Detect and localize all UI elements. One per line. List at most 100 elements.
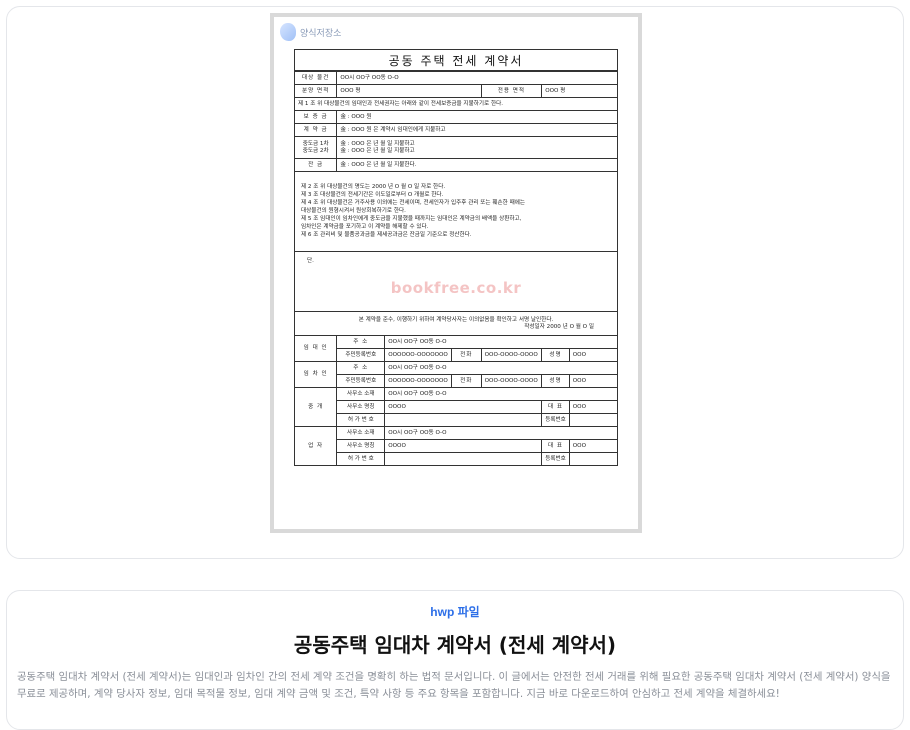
table-row: 잔 금 金 : OOO 은 년 월 일 지불한다. xyxy=(293,158,618,172)
table-row: 사무소 명칭 OOOO 대 표 OOO xyxy=(295,400,619,414)
office-address-value: OO시 OO구 OO동 O-O xyxy=(384,387,618,401)
table-row: 대상 물건 OO시 OO구 OO동 O-O xyxy=(293,71,618,85)
area-label: 분양 면적 xyxy=(293,84,338,98)
office-address-label: 사무소 소재 xyxy=(336,387,386,401)
table-row: 사무소 명칭 OOOO 대 표 OOO xyxy=(295,439,619,453)
mid1-label: 중도금 1차 xyxy=(302,140,329,147)
lessor-label: 임 대 인 xyxy=(293,335,338,362)
logo-text: 양식저장소 xyxy=(300,28,342,39)
table-row: 분양 면적 OOO 평 전용 면적 OOO 평 xyxy=(293,84,618,98)
document-page: 양식저장소 공동 주택 전세 계약서 대상 물건 OO시 OO구 OO동 O-O… xyxy=(274,17,638,529)
mid2-value: 金 : OOO 은 년 월 일 지불하고 xyxy=(340,147,415,154)
registration-label-2: 등록번호 xyxy=(541,452,570,466)
clause-2: 제 2 조 위 대상물건의 명도는 2000 년 O 월 O 일 자로 한다. xyxy=(301,184,446,191)
table-row: 보 증 금 金 : OOO 원 xyxy=(293,110,618,124)
doc-title-box: 공동 주택 전세 계약서 xyxy=(294,49,618,71)
office-name-label-2: 사무소 명칭 xyxy=(336,439,386,453)
table-row: 본 계약을 준수, 이행하기 위하여 계약당사자는 이의없음을 확인하고 서명 … xyxy=(294,311,618,336)
clauses-block: 제 2 조 위 대상물건의 명도는 2000 년 O 월 O 일 자로 한다. … xyxy=(294,171,618,252)
balance-value: 金 : OOO 은 년 월 일 지불한다. xyxy=(336,158,618,172)
lessee-id-value: OOOOOO-OOOOOOO xyxy=(384,374,452,388)
office-name-value-2: OOOO xyxy=(384,439,543,453)
special-terms-label: 단. xyxy=(307,258,314,264)
table-row: 계 약 금 金 : OOO 원 은 계약시 임대인에게 지불하고 xyxy=(293,123,618,137)
lessee-address-label: 주 소 xyxy=(336,361,386,375)
lessor-phone-label: 전화 xyxy=(450,348,482,362)
table-row: 허 가 번 호 등록번호 xyxy=(295,452,619,466)
table-row: 임 차 인 주 소 OO시 OO구 OO동 O-O xyxy=(293,361,618,388)
confirmation: 본 계약을 준수, 이행하기 위하여 계약당사자는 이의없음을 확인하고 서명 … xyxy=(294,311,618,336)
clause-3: 제 3 조 대상물건의 전세기간은 이도일로부터 O 개월로 한다. xyxy=(301,192,444,199)
confirm-text: 본 계약을 준수, 이행하기 위하여 계약당사자는 이의없음을 확인하고 서명 … xyxy=(358,316,554,323)
lessee-phone-value: OOO-OOOO-OOOO xyxy=(480,374,543,388)
balance-label: 잔 금 xyxy=(293,158,338,172)
clause-1: 제 1 조 위 대상물건의 임대인과 전세권자는 아래와 같이 전세보증금을 지… xyxy=(294,97,618,111)
registration-label: 등록번호 xyxy=(541,413,570,427)
lessor-address-label: 주 소 xyxy=(336,335,386,349)
deposit-value: 金 : OOO 원 xyxy=(336,110,618,124)
table-row: 허 가 번 호 등록번호 xyxy=(295,413,619,427)
property-value: OO시 OO구 OO동 O-O xyxy=(336,71,618,85)
clause-5: 제 5 조 임대인이 임차인에게 중도금을 지불했을 때까지는 임대인은 계약금… xyxy=(301,215,522,222)
doc-title: 공동 주택 전세 계약서 xyxy=(388,53,524,68)
office-address-value-2: OO시 OO구 OO동 O-O xyxy=(384,426,618,440)
info-card: hwp 파일 공동주택 임대차 계약서 (전세 계약서) 공동주택 임대차 계약… xyxy=(6,590,904,730)
table-row: 임 대 인 주 소 OO시 OO구 OO동 O-O xyxy=(293,335,618,362)
table-row: 주민등록번호 OOOOOO-OOOOOOO 전화 OOO-OOOO-OOOO 성… xyxy=(295,348,619,362)
lessee-address-value: OO시 OO구 OO동 O-O xyxy=(384,361,618,375)
table-row: 중도금 1차 중도금 2차 金 : OOO 은 년 월 일 지불하고 金 : O… xyxy=(293,136,618,159)
lessor-address-value: OO시 OO구 OO동 O-O xyxy=(384,335,618,349)
agent-label-2: 업 자 xyxy=(293,426,338,466)
office-address-label-2: 사무소 소재 xyxy=(336,426,386,440)
area-value: OOO 평 xyxy=(336,84,482,98)
clause-4: 제 4 조 위 대상물건은 거주사용 이외에는 전세이며, 전세인자가 입주후 … xyxy=(301,200,526,207)
midpayment-label: 중도금 1차 중도금 2차 xyxy=(293,136,338,159)
license-value-2 xyxy=(384,452,543,466)
contract-value: 金 : OOO 원 은 계약시 임대인에게 지불하고 xyxy=(336,123,618,137)
lessee-label: 임 차 인 xyxy=(293,361,338,388)
contract-label: 계 약 금 xyxy=(293,123,338,137)
clause-5-cont: 임차인은 계약금을 포기하고 이 계약을 해제할 수 있다. xyxy=(301,223,429,230)
table-row: 중 개 사무소 소재 OO시 OO구 OO동 O-O xyxy=(293,387,618,427)
mid1-value: 金 : OOO 은 년 월 일 지불하고 xyxy=(340,140,415,147)
license-value xyxy=(384,413,543,427)
file-type-tag[interactable]: hwp 파일 xyxy=(7,603,903,620)
office-name-label: 사무소 명칭 xyxy=(336,400,386,414)
property-label: 대상 물건 xyxy=(293,71,338,85)
page-title: 공동주택 임대차 계약서 (전세 계약서) xyxy=(293,633,617,657)
document-preview-frame[interactable]: 양식저장소 공동 주택 전세 계약서 대상 물건 OO시 OO구 OO동 O-O… xyxy=(270,13,642,533)
deposit-label: 보 증 금 xyxy=(293,110,338,124)
clause-4-cont: 대상물건의 원형시켜서 원상회복하기로 한다. xyxy=(301,208,406,214)
midpayment-value: 金 : OOO 은 년 월 일 지불하고 金 : OOO 은 년 월 일 지불하… xyxy=(336,136,618,159)
lessee-id-label: 주민등록번호 xyxy=(336,374,386,388)
date-text: 작성일자 2000 년 O 월 O 일 xyxy=(524,323,594,330)
lessor-id-value: OOOOOO-OOOOOOO xyxy=(384,348,452,362)
lessor-name-value: OOO xyxy=(568,348,619,362)
representative-value-2: OOO xyxy=(568,439,619,453)
representative-label-2: 대 표 xyxy=(541,439,570,453)
lessor-id-label: 주민등록번호 xyxy=(336,348,386,362)
lessor-phone-value: OOO-OOOO-OOOO xyxy=(480,348,543,362)
lessee-name-value: OOO xyxy=(568,374,619,388)
representative-value: OOO xyxy=(568,400,619,414)
exclusive-label: 전용 면적 xyxy=(480,84,543,98)
registration-value-2 xyxy=(568,452,619,466)
license-label-2: 허 가 번 호 xyxy=(336,452,386,466)
description: 공동주택 임대차 계약서 (전세 계약서)는 임대인과 임차인 간의 전세 계약… xyxy=(17,671,891,700)
lessor-name-label: 성명 xyxy=(541,348,570,362)
mid2-label: 중도금 2차 xyxy=(302,147,329,154)
agent-label-1: 중 개 xyxy=(293,387,338,427)
clause-6: 제 6 조 관리비 및 물품공과금을 제세공과금은 잔금일 기준으로 정산한다. xyxy=(301,231,472,238)
representative-label: 대 표 xyxy=(541,400,570,414)
office-name-value: OOOO xyxy=(384,400,543,414)
watermark: bookfree.co.kr xyxy=(390,279,522,297)
site-logo: 양식저장소 xyxy=(280,23,341,41)
logo-icon xyxy=(280,23,296,41)
lessee-name-label: 성명 xyxy=(541,374,570,388)
table-row: 주민등록번호 OOOOOO-OOOOOOO 전화 OOO-OOOO-OOOO 성… xyxy=(295,374,619,388)
table-row: 제 1 조 위 대상물건의 임대인과 전세권자는 아래와 같이 전세보증금을 지… xyxy=(294,97,618,111)
exclusive-value: OOO 평 xyxy=(541,84,618,98)
lessee-phone-label: 전화 xyxy=(450,374,482,388)
table-row: 업 자 사무소 소재 OO시 OO구 OO동 O-O xyxy=(293,426,618,466)
registration-value xyxy=(568,413,619,427)
